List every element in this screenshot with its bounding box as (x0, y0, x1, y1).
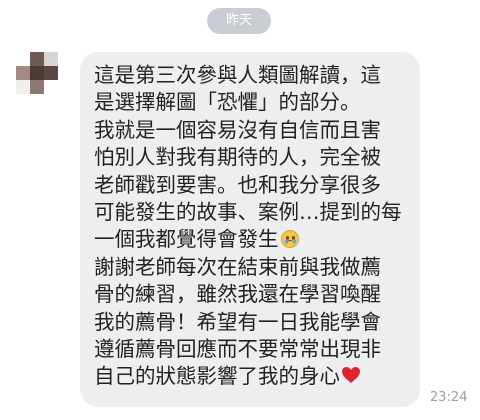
heart-icon (342, 367, 360, 384)
message-line: 怕別人對我有期待的人，完全被 (94, 145, 381, 170)
message-line: 老師戳到要害。也和我分享很多 (94, 172, 381, 197)
message-line: 這是第三次參與人類圖解讀，這 (94, 63, 381, 87)
date-divider: 昨天 (207, 8, 271, 34)
message-line: 我就是一個容易沒有自信而且害 (94, 117, 381, 142)
crying-face-icon (280, 230, 299, 249)
message-line: 謝謝老師每次在結束前與我做薦 (94, 254, 381, 279)
message-line-text: 一個我都覺得會發生 (94, 227, 279, 252)
message-line: 骨的練習，雖然我還在學習喚醒 (94, 282, 381, 307)
message-line-with-emoji: 自己的狀態影響了我的身心 (94, 363, 412, 390)
message-line: 可能發生的故事、案例…提到的每 (94, 200, 402, 225)
message-line-with-emoji: 一個我都覺得會發生 (94, 226, 412, 253)
avatar[interactable] (16, 52, 58, 94)
message-line: 遵循薦骨回應而不要常常出現非 (94, 337, 381, 362)
message-bubble[interactable]: 這是第三次參與人類圖解讀，這 是選擇解圖「恐懼」的部分。 我就是一個容易沒有自信… (80, 52, 420, 407)
message-line: 是選擇解圖「恐懼」的部分。 (94, 90, 361, 115)
message-line: 我的薦骨！希望有一日我能學會 (94, 309, 381, 334)
message-line-text: 自己的狀態影響了我的身心 (94, 364, 340, 389)
message-timestamp: 23:24 (430, 390, 468, 405)
